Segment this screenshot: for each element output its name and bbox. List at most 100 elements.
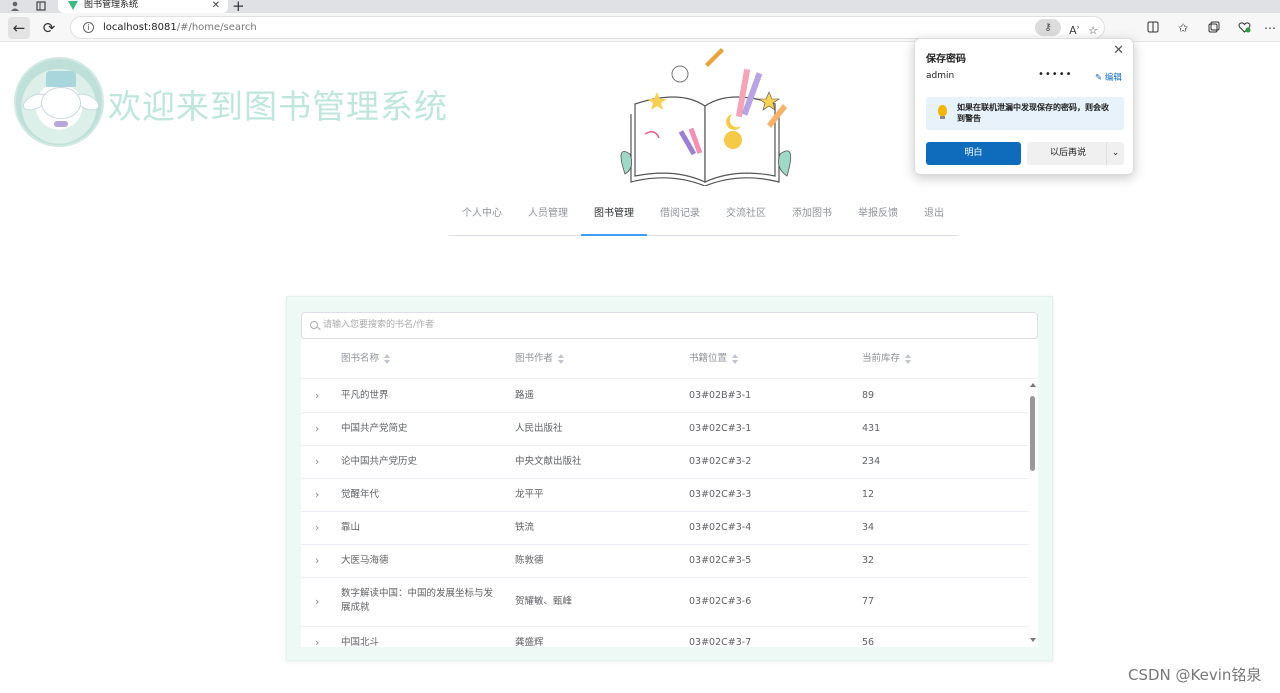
cell-book-name: 论中国共产党历史	[341, 456, 418, 467]
tab-actions-icon[interactable]	[36, 1, 46, 11]
back-button[interactable]: ←	[8, 17, 30, 39]
expand-row-icon[interactable]: ›	[315, 636, 319, 647]
expand-row-icon[interactable]: ›	[315, 389, 319, 402]
cell-stock: 12	[862, 489, 875, 500]
browser-tab[interactable]: 图书管理系统 ✕	[58, 0, 228, 13]
sort-caret-icon[interactable]	[383, 353, 391, 364]
leak-warning-text: 如果在联机泄漏中发现保存的密码，则会收到警告	[957, 103, 1109, 123]
nav-item-report[interactable]: 举报反馈	[845, 199, 911, 236]
table-row[interactable]: › 大医马海德 陈敦德 03#02C#3-5 32	[301, 545, 1028, 578]
expand-row-icon[interactable]: ›	[315, 455, 319, 468]
nav-item-add-book[interactable]: 添加图书	[779, 199, 845, 236]
profile-icon[interactable]	[10, 1, 20, 11]
sort-caret-icon[interactable]	[557, 353, 565, 364]
csdn-watermark: CSDN @Kevin铭泉	[1128, 666, 1262, 684]
close-tab-icon[interactable]: ✕	[212, 0, 220, 11]
scroll-up-arrow-icon[interactable]	[1030, 383, 1036, 387]
expand-row-icon[interactable]: ›	[315, 488, 319, 501]
expand-row-icon[interactable]: ›	[315, 554, 319, 567]
table-row[interactable]: › 中国北斗 龚盛辉 03#02C#3-7 56	[301, 627, 1028, 647]
search-input[interactable]: 请输入您要搜索的书名/作者	[301, 312, 1038, 339]
browser-essentials-icon[interactable]	[1238, 21, 1251, 33]
logo-hat	[46, 71, 76, 87]
vue-favicon-icon	[68, 1, 78, 10]
saved-username: admin	[926, 71, 955, 81]
more-menu-icon[interactable]: ⋯	[1264, 21, 1276, 35]
site-info-icon[interactable]: i	[83, 22, 94, 33]
cell-author: 路遥	[515, 390, 535, 401]
collections-icon[interactable]	[1208, 21, 1220, 33]
table-row[interactable]: › 中国共产党简史 人民出版社 03#02C#3-1 431	[301, 413, 1028, 446]
nav-item-users[interactable]: 人员管理	[515, 199, 581, 236]
nav-item-logout[interactable]: 退出	[911, 199, 957, 236]
cell-location: 03#02C#3-3	[689, 489, 752, 500]
cell-book-name: 大医马海德	[341, 555, 389, 566]
got-it-button[interactable]: 明白	[926, 142, 1021, 165]
table-row[interactable]: › 数字解读中国：中国的发展坐标与发展成就 贺耀敏、甄峰 03#02C#3-6 …	[301, 578, 1028, 627]
address-bar[interactable]: i localhost:8081/#/home/search ⚷ Aʾ ☆	[70, 16, 1105, 39]
leak-warning-note: 如果在联机泄漏中发现保存的密码，则会收到警告	[926, 97, 1124, 130]
popup-close-icon[interactable]: ✕	[1113, 43, 1124, 58]
expand-row-icon[interactable]: ›	[315, 422, 319, 435]
cell-author: 贺耀敏、甄峰	[515, 596, 573, 607]
column-header-name[interactable]: 图书名称	[341, 339, 391, 379]
cell-stock: 34	[862, 522, 875, 533]
search-placeholder: 请输入您要搜索的书名/作者	[323, 320, 435, 330]
nav-item-borrow-records[interactable]: 借阅记录	[647, 199, 713, 236]
nav-item-profile[interactable]: 个人中心	[449, 199, 515, 236]
reload-button[interactable]: ⟳	[38, 17, 60, 39]
sort-caret-icon[interactable]	[731, 353, 739, 364]
popup-title: 保存密码	[926, 54, 966, 65]
cell-author: 龙平平	[515, 489, 544, 500]
table-row[interactable]: › 论中国共产党历史 中央文献出版社 03#02C#3-2 234	[301, 446, 1028, 479]
search-icon	[310, 321, 318, 329]
cell-stock: 32	[862, 555, 875, 566]
book-table: 图书名称 图书作者 书籍位置 当前库存 › 平凡的世界 路遥 03#02B#3-…	[301, 339, 1038, 647]
cell-location: 03#02C#3-1	[689, 423, 752, 434]
scroll-down-arrow-icon[interactable]	[1030, 638, 1036, 642]
column-header-author[interactable]: 图书作者	[515, 339, 565, 379]
open-book-illustration	[620, 48, 792, 186]
cell-stock: 77	[862, 596, 875, 607]
column-header-stock[interactable]: 当前库存	[862, 339, 912, 379]
browser-tab-strip: 图书管理系统 ✕ +	[0, 0, 1280, 15]
cell-location: 03#02C#3-2	[689, 456, 752, 467]
table-row[interactable]: › 平凡的世界 路遥 03#02B#3-1 89	[301, 380, 1028, 413]
cell-location: 03#02B#3-1	[689, 390, 752, 401]
nav-item-books[interactable]: 图书管理	[581, 199, 647, 236]
save-password-popup: 保存密码 ✕ admin ••••• ✎ 编辑 如果在联机泄漏中发现保存的密码，…	[914, 38, 1134, 175]
table-row[interactable]: › 靠山 铁流 03#02C#3-4 34	[301, 512, 1028, 545]
nav-item-community[interactable]: 交流社区	[713, 199, 779, 236]
sort-caret-icon[interactable]	[904, 353, 912, 364]
cell-location: 03#02C#3-6	[689, 596, 752, 607]
cell-author: 人民出版社	[515, 423, 563, 434]
cell-book-name: 觉醒年代	[341, 489, 380, 500]
edit-password-link[interactable]: ✎ 编辑	[1095, 71, 1122, 83]
cell-book-name: 数字解读中国：中国的发展坐标与发展成就	[341, 588, 494, 613]
expand-row-icon[interactable]: ›	[315, 595, 319, 608]
cell-stock: 56	[862, 637, 875, 647]
cinnamoroll-logo	[14, 57, 104, 147]
scrollbar-thumb[interactable]	[1030, 396, 1035, 471]
not-now-button[interactable]: 以后再说 ⌄	[1027, 142, 1124, 165]
book-hero-drawing	[620, 48, 792, 186]
table-body: › 平凡的世界 路遥 03#02B#3-1 89 › 中国共产党简史 人民出版社…	[301, 380, 1028, 647]
chevron-down-icon[interactable]: ⌄	[1106, 142, 1124, 165]
cell-stock: 89	[862, 390, 875, 401]
cell-book-name: 中国共产党简史	[341, 423, 408, 434]
book-search-card: 请输入您要搜索的书名/作者 图书名称 图书作者 书籍位置 当前库存 › 平凡的世…	[286, 296, 1053, 661]
favorites-icon[interactable]: ✩	[1178, 21, 1188, 35]
tab-title: 图书管理系统	[84, 0, 139, 10]
expand-row-icon[interactable]: ›	[315, 521, 319, 534]
cell-stock: 234	[862, 456, 881, 467]
cell-author: 陈敦德	[515, 555, 544, 566]
url-host: localhost:8081	[103, 22, 177, 33]
split-screen-icon[interactable]	[1147, 21, 1159, 33]
site-title: 欢迎来到图书管理系统	[108, 87, 448, 126]
table-row[interactable]: › 觉醒年代 龙平平 03#02C#3-3 12	[301, 479, 1028, 512]
column-header-location[interactable]: 书籍位置	[689, 339, 739, 379]
url-path: /#/home/search	[176, 22, 257, 33]
password-key-icon[interactable]: ⚷	[1035, 19, 1061, 36]
cell-book-name: 中国北斗	[341, 637, 380, 647]
table-scrollbar[interactable]	[1028, 380, 1038, 647]
